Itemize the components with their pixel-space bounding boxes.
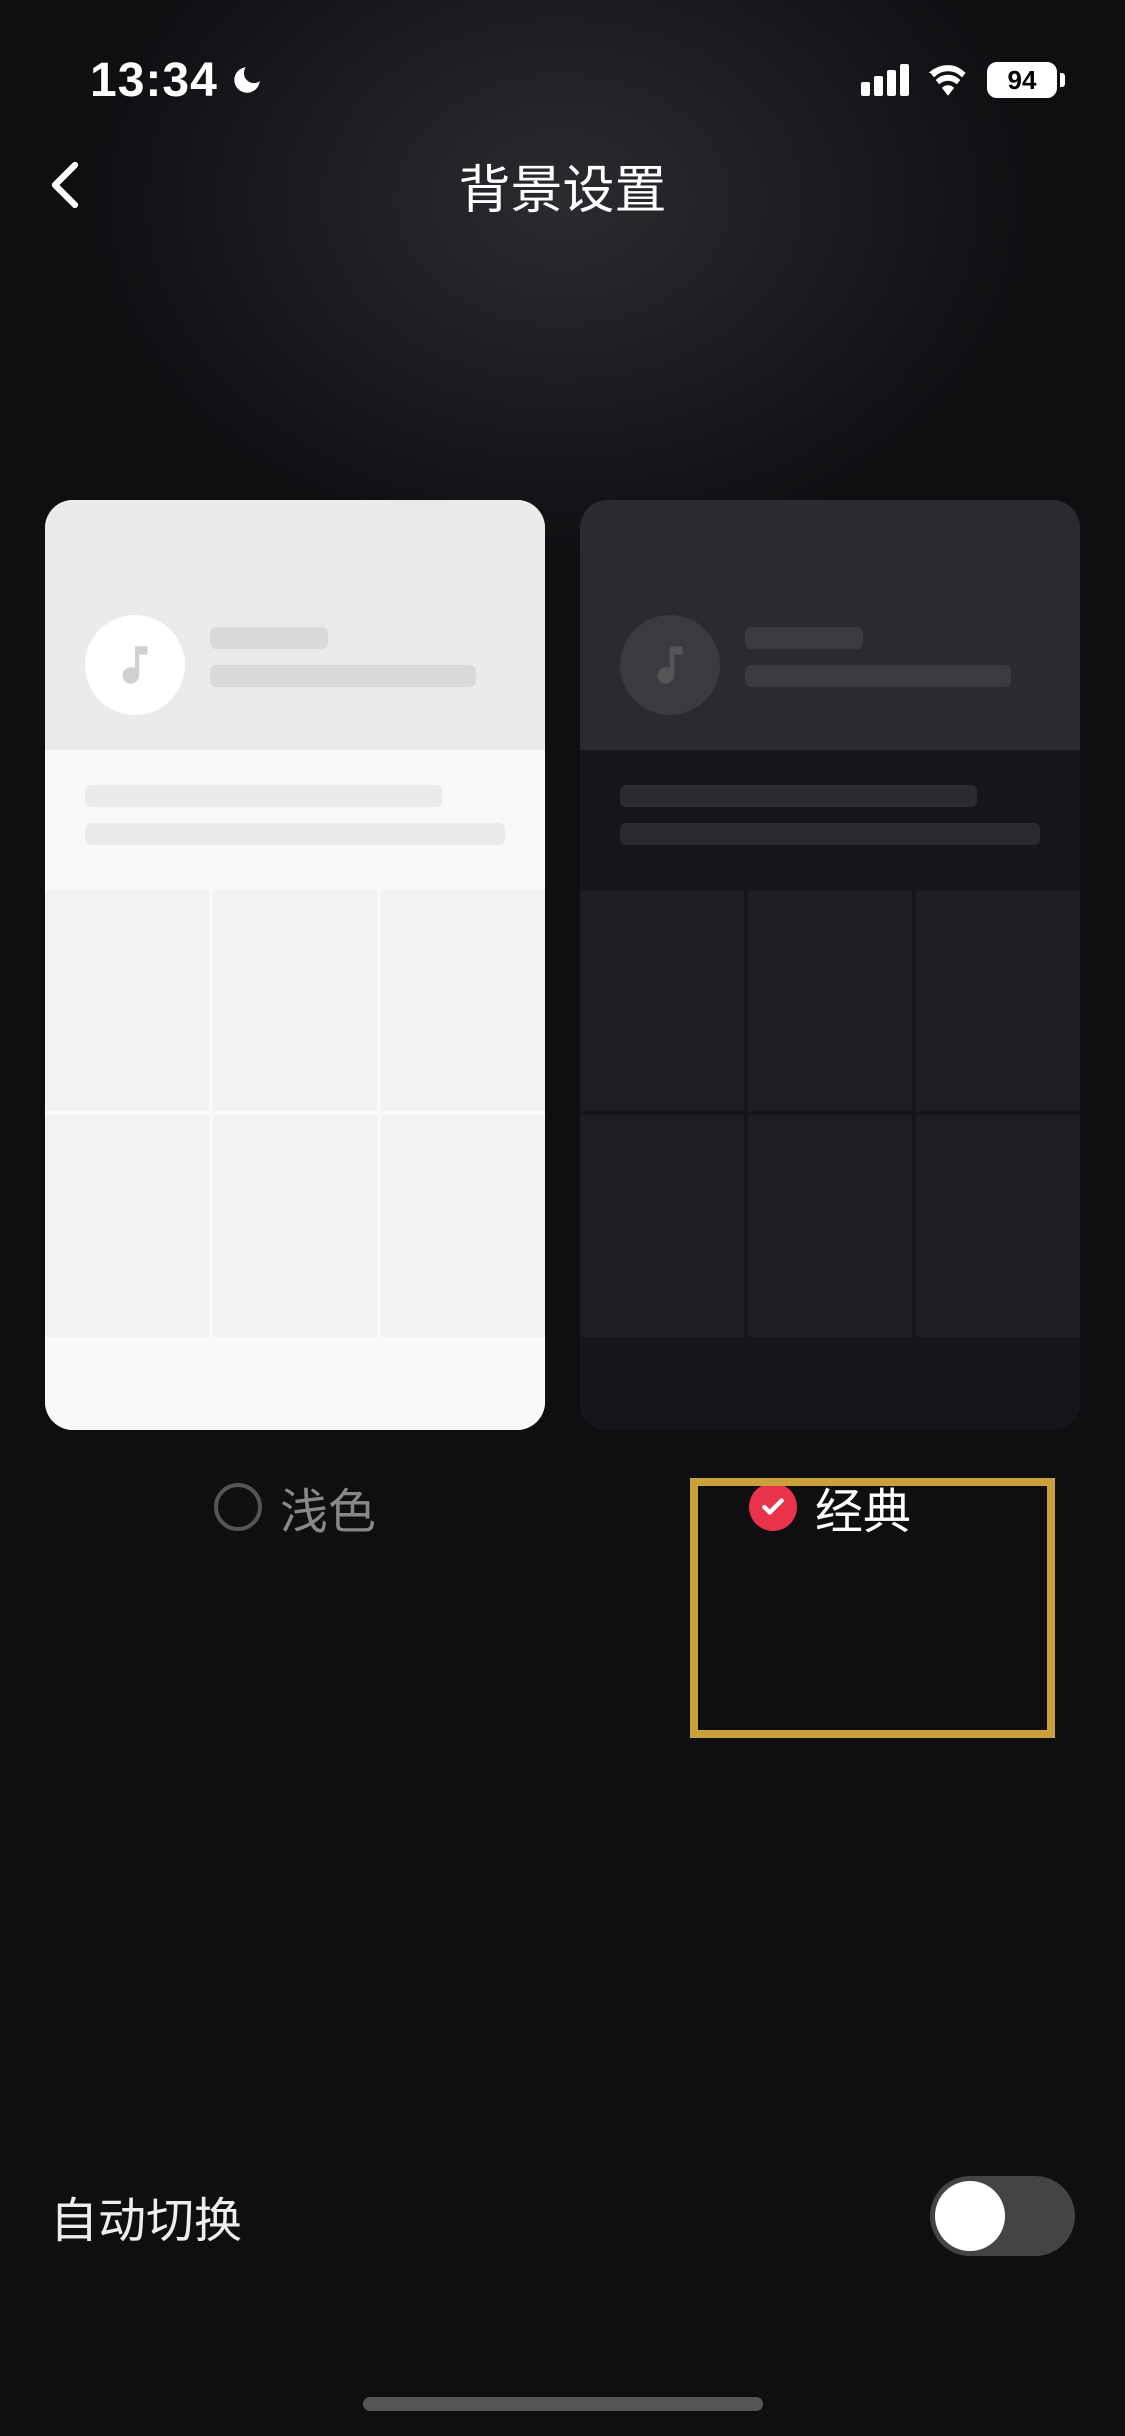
preview-header <box>45 500 545 750</box>
music-note-icon <box>110 640 160 690</box>
theme-label-text: 经典 <box>815 1472 911 1542</box>
avatar-placeholder <box>620 615 720 715</box>
moon-icon <box>230 63 264 97</box>
preview-grid <box>580 890 1080 1337</box>
auto-switch-label: 自动切换 <box>50 2181 242 2251</box>
home-indicator <box>363 2397 763 2411</box>
nav-header: 背景设置 <box>0 120 1125 250</box>
status-bar: 13:34 94 <box>0 0 1125 120</box>
radio-unchecked-icon <box>214 1483 262 1531</box>
check-icon <box>760 1494 786 1520</box>
preview-grid <box>45 890 545 1337</box>
status-time: 13:34 <box>90 53 218 108</box>
page-title: 背景设置 <box>458 148 666 223</box>
back-button[interactable] <box>50 159 80 211</box>
battery-icon: 94 <box>987 62 1065 98</box>
chevron-left-icon <box>50 159 80 211</box>
theme-label-dark: 经典 <box>749 1472 911 1542</box>
wifi-icon <box>927 64 969 96</box>
radio-checked-icon <box>749 1483 797 1531</box>
signal-icon <box>861 64 909 96</box>
battery-percent: 94 <box>1008 65 1037 96</box>
auto-switch-toggle[interactable] <box>930 2176 1075 2256</box>
auto-switch-row: 自动切换 <box>0 2176 1125 2256</box>
theme-label-text: 浅色 <box>280 1472 376 1542</box>
toggle-knob <box>935 2181 1005 2251</box>
theme-option-light[interactable]: 浅色 <box>45 500 545 1542</box>
text-placeholder <box>745 627 1040 703</box>
status-right: 94 <box>861 62 1065 98</box>
theme-option-dark[interactable]: 经典 <box>580 500 1080 1542</box>
text-placeholder <box>210 627 505 703</box>
music-note-icon <box>645 640 695 690</box>
preview-body <box>45 750 545 1430</box>
status-left: 13:34 <box>90 53 264 108</box>
theme-preview-light <box>45 500 545 1430</box>
preview-body <box>580 750 1080 1430</box>
theme-options: 浅色 <box>0 500 1125 1542</box>
theme-label-light: 浅色 <box>214 1472 376 1542</box>
avatar-placeholder <box>85 615 185 715</box>
preview-header <box>580 500 1080 750</box>
theme-preview-dark <box>580 500 1080 1430</box>
